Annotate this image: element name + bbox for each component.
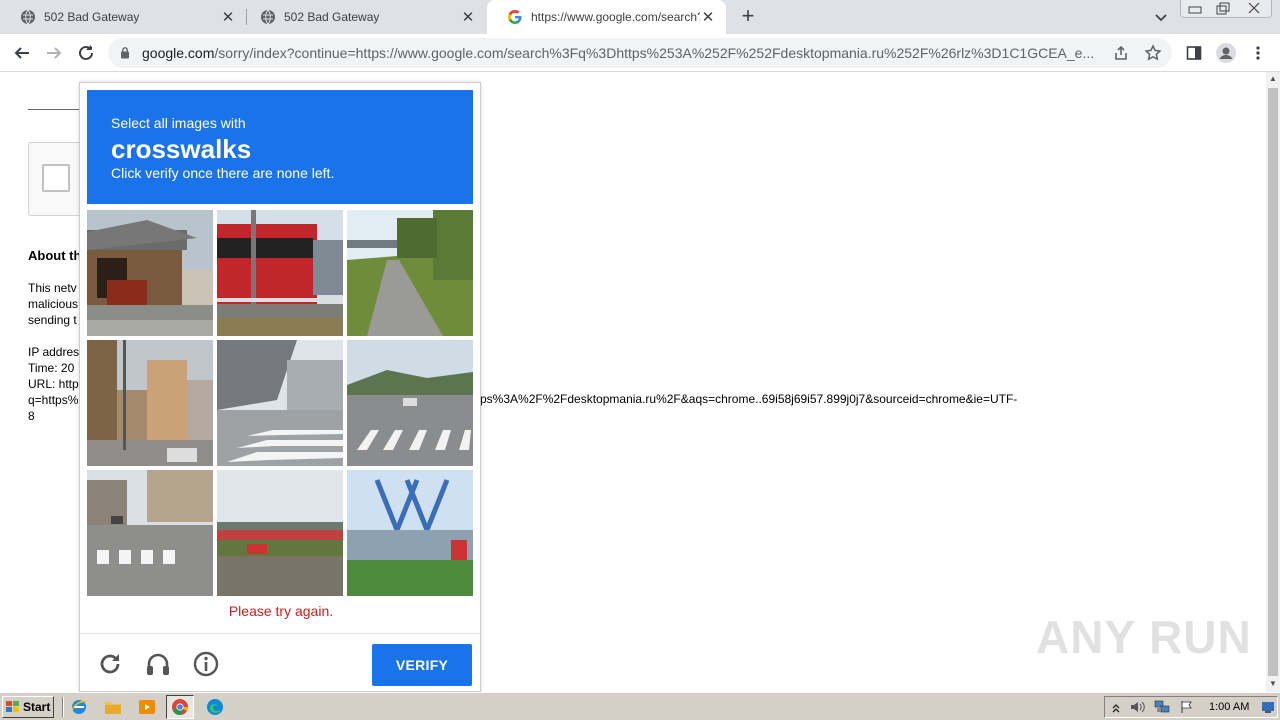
image-tile-3[interactable] [347,210,473,336]
reload-button[interactable] [74,41,98,65]
start-button[interactable]: Start [2,696,54,718]
reload-icon [79,45,93,60]
network-icon[interactable] [1153,700,1171,714]
recaptcha-challenge: Select all images with crosswalks Click … [79,82,481,692]
reload-icon[interactable] [96,650,124,678]
taskbar: Start 1:00 AM [0,692,1280,720]
edge-icon[interactable] [206,698,224,716]
scrollbar-thumb[interactable] [1268,88,1278,676]
system-tray: 1:00 AM [1104,696,1278,718]
chrome-icon [172,699,188,715]
text-line: sending t [28,313,77,327]
about-heading: About th [28,248,82,263]
start-label: Start [23,700,51,714]
image-grid [87,210,474,597]
anyrun-watermark: ANY RUN [1036,611,1252,663]
profile-icon [1216,43,1236,63]
url-line-end: 8 [28,409,35,423]
chevron-down-icon[interactable] [1152,8,1170,26]
back-button[interactable] [10,41,34,65]
time-line: Time: 20 [28,361,75,375]
image-tile-2[interactable] [217,210,343,336]
volume-icon[interactable] [1129,700,1145,714]
side-panel-button[interactable] [1182,41,1206,65]
ip-address-line: IP addres [28,345,80,359]
url-line-tail: ps%3A%2F%2Fdesktopmania.ru%2F&aqs=chrome… [480,392,1018,406]
internet-explorer-icon[interactable] [70,698,88,716]
close-tab-icon[interactable]: ✕ [220,9,236,26]
vertical-scrollbar[interactable]: ▲ ▼ [1266,72,1280,692]
challenge-instruction: Select all images with [111,115,246,131]
challenge-footer: VERIFY [80,633,480,691]
tab-3-active[interactable]: https://www.google.com/search?q= ✕ [487,0,726,34]
error-message: Please try again. [228,603,334,619]
globe-icon [261,9,275,25]
image-tile-5[interactable] [217,340,343,466]
address-bar[interactable]: google.com/sorry/index?continue=https://… [108,38,1172,68]
info-icon[interactable] [192,650,220,678]
share-icon[interactable] [1112,44,1130,62]
show-desktop-icon[interactable] [1261,700,1275,714]
challenge-keyword: crosswalks [111,134,252,164]
lock-icon[interactable] [120,46,130,59]
window-controls [1180,0,1272,18]
media-player-icon[interactable] [138,698,156,716]
kebab-menu-icon [1256,46,1260,60]
image-tile-4[interactable] [87,340,213,466]
recaptcha-checkbox[interactable] [42,164,70,192]
scroll-up-arrow[interactable]: ▲ [1269,75,1277,83]
challenge-hint: Click verify once there are none left. [111,165,335,181]
action-center-flag-icon[interactable] [1179,700,1195,714]
url-line: URL: http [28,377,79,391]
tab-strip: 502 Bad Gateway ✕ 502 Bad Gateway ✕ http… [0,0,1280,34]
url-text[interactable]: google.com/sorry/index?continue=https://… [142,45,1102,61]
side-panel-icon [1186,46,1202,60]
info-paragraph-1: This netv malicious sending t [28,280,78,328]
profile-button[interactable] [1214,41,1238,65]
headphones-icon[interactable] [144,650,172,678]
close-window-icon[interactable] [1247,2,1261,14]
tab-title: 502 Bad Gateway [284,10,380,24]
image-tile-8[interactable] [217,470,343,596]
globe-icon [21,9,35,25]
image-tile-9[interactable] [347,470,473,596]
url-path: /sorry/index?continue=https://www.google… [214,45,1095,61]
chrome-taskbar-button[interactable] [166,695,194,719]
tab-title: 502 Bad Gateway [44,10,140,24]
text-line: malicious [28,297,79,311]
arrow-left-icon [14,47,29,59]
url-host: google.com [142,45,215,61]
challenge-header: Select all images with crosswalks Click … [87,90,473,204]
arrow-right-icon [47,47,62,59]
new-tab-button[interactable]: + [736,5,760,29]
info-paragraph-2: IP addres Time: 20 URL: http q=https% 8 [28,344,79,424]
clock[interactable]: 1:00 AM [1209,701,1249,713]
forward-button[interactable] [42,41,66,65]
close-tab-icon[interactable]: ✕ [700,9,716,26]
image-tile-7[interactable] [87,470,213,596]
restore-icon[interactable] [1215,2,1231,16]
text-line: This netv [28,281,77,295]
taskbar-separator [62,697,64,717]
tab-1[interactable]: 502 Bad Gateway ✕ [0,0,246,34]
minimize-icon[interactable] [1187,3,1203,15]
browser-toolbar: google.com/sorry/index?continue=https://… [0,34,1280,72]
star-icon[interactable] [1144,44,1162,62]
folder-icon[interactable] [104,698,122,716]
tab-title: https://www.google.com/search?q= [531,10,700,24]
tab-2[interactable]: 502 Bad Gateway ✕ [240,0,486,34]
image-tile-6[interactable] [347,340,473,466]
verify-button[interactable]: VERIFY [372,644,472,686]
google-g-icon [508,10,522,24]
close-tab-icon[interactable]: ✕ [460,9,476,26]
chevron-up-icon[interactable] [1111,701,1121,713]
scroll-down-arrow[interactable]: ▼ [1269,680,1277,688]
windows-flag-icon [6,701,19,712]
url-line-cont: q=https% [28,393,79,407]
menu-button[interactable] [1246,41,1270,65]
image-tile-1[interactable] [87,210,213,336]
